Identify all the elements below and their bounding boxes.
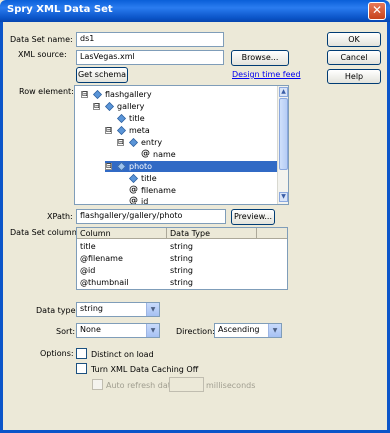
tree-node-label: filename xyxy=(141,186,176,195)
element-icon xyxy=(117,114,126,123)
data-type-select[interactable]: string ▼ xyxy=(76,302,160,317)
sort-label: Sort: xyxy=(56,327,76,336)
distinct-label: Distinct on load xyxy=(91,350,154,359)
columns-label: Data Set columns: xyxy=(10,228,84,237)
milliseconds-label: milliseconds xyxy=(206,381,256,390)
tree-node[interactable]: @ id xyxy=(117,196,281,205)
design-time-feed-link[interactable]: Design time feed xyxy=(232,70,301,79)
tree-node-label: id xyxy=(141,197,149,205)
tree-node[interactable]: ⊟ meta xyxy=(105,125,281,136)
xml-source-input[interactable]: LasVegas.xml xyxy=(76,50,224,65)
chevron-down-icon[interactable]: ▼ xyxy=(146,324,159,337)
tree-node[interactable]: ⊟ gallery xyxy=(93,101,281,112)
table-cell: string xyxy=(170,266,193,275)
tree-node[interactable]: @ filename xyxy=(117,185,281,196)
xpath-label: XPath: xyxy=(47,212,73,221)
scroll-up-arrow-icon[interactable]: ▲ xyxy=(279,87,288,97)
table-cell: @filename xyxy=(80,254,123,263)
table-cell: title xyxy=(80,242,96,251)
xpath-input[interactable]: flashgallery/gallery/photo xyxy=(76,209,226,224)
tree-node-label: title xyxy=(129,114,145,123)
close-button[interactable]: ✕ xyxy=(368,2,386,20)
tree-node-label: meta xyxy=(129,126,150,135)
auto-refresh-checkbox[interactable] xyxy=(92,379,103,390)
collapse-icon[interactable]: ⊟ xyxy=(105,127,112,134)
attribute-icon: @ xyxy=(129,196,138,205)
column-header[interactable]: Column xyxy=(77,228,167,239)
title-bar: Spry XML Data Set ✕ xyxy=(0,0,390,22)
row-element-tree[interactable]: ⊟ flashgallery ⊟ gallery title ⊟ meta ⊟ … xyxy=(74,85,289,205)
ok-button[interactable]: OK xyxy=(327,32,381,47)
xml-source-label: XML source: xyxy=(18,50,67,59)
collapse-icon[interactable]: ⊟ xyxy=(117,139,124,146)
table-cell: @id xyxy=(80,266,96,275)
cancel-button[interactable]: Cancel xyxy=(327,50,381,65)
table-cell: @thumbnail xyxy=(80,278,129,287)
tree-node[interactable]: ⊟ entry xyxy=(117,137,281,148)
table-cell: string xyxy=(170,278,193,287)
tree-scrollbar[interactable]: ▲ ▼ xyxy=(277,86,288,204)
columns-table[interactable]: Column Data Type title string @filename … xyxy=(76,227,288,290)
tree-node-label: name xyxy=(153,150,176,159)
chevron-down-icon[interactable]: ▼ xyxy=(146,303,159,316)
dataset-name-label: Data Set name: xyxy=(10,35,73,44)
tree-node[interactable]: ⊟ flashgallery xyxy=(81,89,281,100)
table-cell: string xyxy=(170,242,193,251)
collapse-icon[interactable]: ⊟ xyxy=(105,163,112,170)
caching-off-checkbox[interactable] xyxy=(76,363,87,374)
element-icon xyxy=(93,90,102,99)
direction-select[interactable]: Ascending ▼ xyxy=(214,323,282,338)
element-icon xyxy=(129,174,138,183)
dataset-name-input[interactable]: ds1 xyxy=(76,32,224,47)
scroll-thumb[interactable] xyxy=(279,98,288,170)
table-cell: string xyxy=(170,254,193,263)
data-type-value: string xyxy=(80,304,103,313)
sort-value: None xyxy=(80,325,101,334)
preview-button[interactable]: Preview... xyxy=(231,209,275,225)
row-element-label: Row element: xyxy=(19,87,74,96)
attribute-icon: @ xyxy=(141,149,150,159)
distinct-checkbox[interactable] xyxy=(76,348,87,359)
direction-label: Direction: xyxy=(176,327,215,336)
help-button[interactable]: Help xyxy=(327,69,381,84)
repeating-element-icon xyxy=(117,162,126,171)
tree-node[interactable]: @ name xyxy=(129,149,281,160)
collapse-icon[interactable]: ⊟ xyxy=(81,91,88,98)
chevron-down-icon[interactable]: ▼ xyxy=(268,324,281,337)
get-schema-button[interactable]: Get schema xyxy=(76,67,128,83)
element-icon xyxy=(117,126,126,135)
tree-node-label: gallery xyxy=(117,102,145,111)
attribute-icon: @ xyxy=(129,185,138,195)
repeating-element-icon xyxy=(129,138,138,147)
caching-off-label: Turn XML Data Caching Off xyxy=(91,365,199,374)
collapse-icon[interactable]: ⊟ xyxy=(93,103,100,110)
tree-node-label: flashgallery xyxy=(105,90,152,99)
tree-node[interactable]: title xyxy=(105,113,281,124)
table-header: Column Data Type xyxy=(77,228,287,239)
tree-node-label: entry xyxy=(141,138,163,147)
tree-node-label: title xyxy=(141,174,157,183)
data-type-label: Data type: xyxy=(36,306,79,315)
refresh-interval-input[interactable] xyxy=(169,377,204,392)
tree-node-selected[interactable]: ⊟ photo xyxy=(105,161,277,172)
sort-select[interactable]: None ▼ xyxy=(76,323,160,338)
window-title: Spry XML Data Set xyxy=(7,4,113,15)
options-label: Options: xyxy=(40,349,74,358)
browse-button[interactable]: Browse... xyxy=(231,50,289,66)
tree-node-label: photo xyxy=(129,162,153,171)
column-header[interactable]: Data Type xyxy=(167,228,257,239)
element-icon xyxy=(105,102,114,111)
auto-refresh-label: Auto refresh data xyxy=(106,381,176,390)
direction-value: Ascending xyxy=(218,325,260,334)
tree-node[interactable]: title xyxy=(117,173,281,184)
scroll-down-arrow-icon[interactable]: ▼ xyxy=(279,192,288,202)
